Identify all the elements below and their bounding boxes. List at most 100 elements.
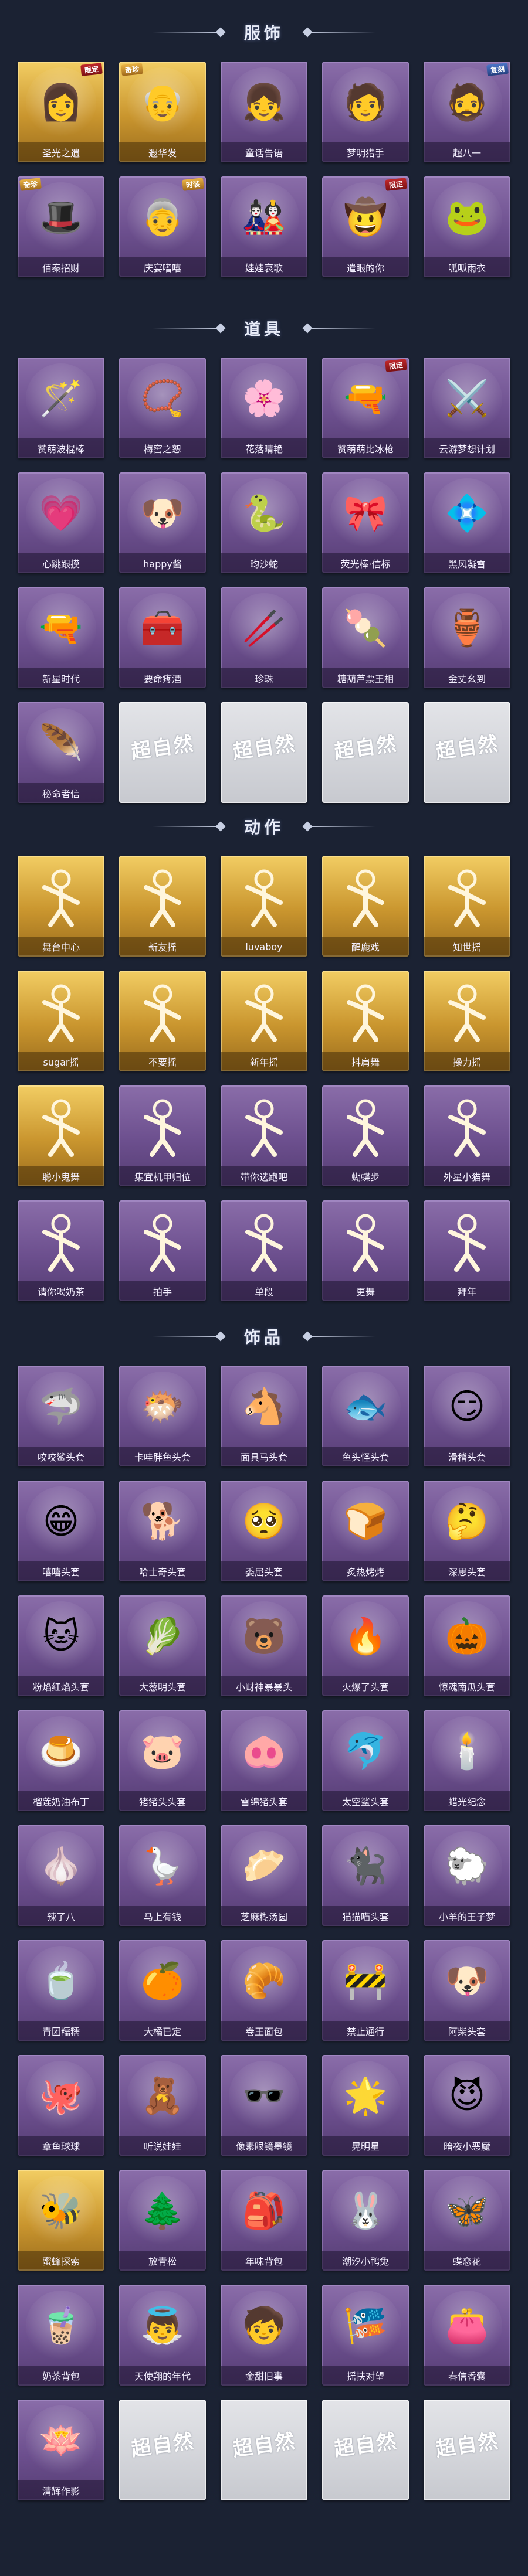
item-card[interactable]: sugar摇 <box>18 971 104 1071</box>
item-card[interactable]: 不要摇 <box>119 971 206 1071</box>
item-card[interactable]: 🐱 粉焰红焰头套 <box>18 1595 104 1696</box>
item-card[interactable]: 🍞 炙热烤烤 <box>322 1481 409 1581</box>
item-card[interactable]: 😈 暗夜小恶魔 <box>424 2055 510 2156</box>
item-card[interactable]: 🌟 晃明星 <box>322 2055 409 2156</box>
item-card[interactable]: 🐈‍⬛ 猫猫喵头套 <box>322 1825 409 1926</box>
item-card[interactable]: 🪶 秘命者信 <box>18 702 104 803</box>
item-card[interactable]: 蝴蝶步 <box>322 1085 409 1186</box>
item-card[interactable]: 🐷 猪猪头头套 <box>119 1710 206 1811</box>
item-card[interactable]: 🐶 happy酱 <box>119 472 206 573</box>
item-card[interactable]: 👛 春信香囊 <box>424 2285 510 2386</box>
item-card[interactable]: 🧸 听说娃娃 <box>119 2055 206 2156</box>
item-card[interactable]: 🐸 呱呱雨衣 <box>424 176 510 277</box>
item-card[interactable]: 😁 嘻嘻头套 <box>18 1481 104 1581</box>
item-card[interactable]: 🎎 娃娃哀歌 <box>221 176 307 277</box>
item-card[interactable]: 带你选跑吧 <box>221 1085 307 1186</box>
item-card[interactable]: 😏 滑稽头套 <box>424 1366 510 1466</box>
item-card[interactable]: 拜年 <box>424 1200 510 1301</box>
item-card[interactable]: 🤠 限定 遣眼的你 <box>322 176 409 277</box>
item-card[interactable]: 知世摇 <box>424 856 510 957</box>
item-card[interactable]: 🥺 委屈头套 <box>221 1481 307 1581</box>
item-card[interactable]: 🎒 年味背包 <box>221 2170 307 2271</box>
item-card[interactable]: 🌸 花落晴艳 <box>221 358 307 458</box>
item-card[interactable]: 🎀 荧光棒·信标 <box>322 472 409 573</box>
item-card[interactable]: 拍手 <box>119 1200 206 1301</box>
item-name-bar: 年味背包 <box>221 2251 307 2271</box>
item-card[interactable]: 🐑 小羊的王子梦 <box>424 1825 510 1926</box>
item-name-bar: 赞萌萌比冰枪 <box>322 438 409 458</box>
item-card[interactable]: 📿 梅窖之恕 <box>119 358 206 458</box>
item-card[interactable]: 外星小猫舞 <box>424 1085 510 1186</box>
item-card[interactable]: 🌲 放青松 <box>119 2170 206 2271</box>
item-card[interactable]: 🎃 惊魂南瓜头套 <box>424 1595 510 1696</box>
item-card[interactable]: 🐙 章鱼球球 <box>18 2055 104 2156</box>
item-card[interactable]: 🐝 蜜蜂探索 <box>18 2170 104 2271</box>
item-card[interactable]: 👵 时装 庆宴嗜嘻 <box>119 176 206 277</box>
item-card[interactable]: 🔥 火爆了头套 <box>322 1595 409 1696</box>
item-card[interactable]: 💗 心跳跟摸 <box>18 472 104 573</box>
item-card[interactable]: 更舞 <box>322 1200 409 1301</box>
item-card[interactable]: 🍵 青团糯糯 <box>18 1940 104 2041</box>
item-card[interactable]: 醒鹿戏 <box>322 856 409 957</box>
item-card[interactable]: 🥬 大葱明头套 <box>119 1595 206 1696</box>
item-card[interactable]: 🐶 阿柴头套 <box>424 1940 510 2041</box>
item-card[interactable]: 🏺 金丈幺到 <box>424 587 510 688</box>
item-card[interactable]: 🕯️ 蜡光纪念 <box>424 1710 510 1811</box>
item-card[interactable]: 🐰 潮汐小鸭兔 <box>322 2170 409 2271</box>
item-card[interactable]: 🐟 鱼头怪头套 <box>322 1366 409 1466</box>
section-title-pill: 动作 <box>153 815 375 838</box>
item-card[interactable]: 🪿 马上有钱 <box>119 1825 206 1926</box>
placeholder-card: 超自然 <box>119 702 206 803</box>
item-card[interactable]: 🔫 新星时代 <box>18 587 104 688</box>
item-card[interactable]: 🧄 辣了八 <box>18 1825 104 1926</box>
item-card[interactable]: 🎏 摇扶对望 <box>322 2285 409 2386</box>
item-card[interactable]: 新友摇 <box>119 856 206 957</box>
item-card[interactable]: 🧔 复刻 超八一 <box>424 62 510 162</box>
item-card[interactable]: 💠 黑风凝雪 <box>424 472 510 573</box>
item-card[interactable]: 🐽 雪绵猪头套 <box>221 1710 307 1811</box>
item-card[interactable]: 请你喝奶茶 <box>18 1200 104 1301</box>
item-card[interactable]: 🔫 限定 赞萌萌比冰枪 <box>322 358 409 458</box>
item-card[interactable]: 抖肩舞 <box>322 971 409 1071</box>
item-card[interactable]: 🍡 糖葫芦票王相 <box>322 587 409 688</box>
item-card[interactable]: 🧋 奶茶背包 <box>18 2285 104 2386</box>
item-name: 拜年 <box>457 1287 476 1298</box>
item-card[interactable]: 🐬 太空鲨头套 <box>322 1710 409 1811</box>
item-card[interactable]: 🐻 小财神暴暴头 <box>221 1595 307 1696</box>
item-card[interactable]: 👼 天使翔的年代 <box>119 2285 206 2386</box>
item-card[interactable]: 新年摇 <box>221 971 307 1071</box>
item-card[interactable]: 🥢 珍珠 <box>221 587 307 688</box>
item-art-icon: 🥢 <box>229 593 299 663</box>
item-card[interactable]: 舞台中心 <box>18 856 104 957</box>
item-card[interactable]: 单段 <box>221 1200 307 1301</box>
item-card[interactable]: 🪄 赞萌波棍棒 <box>18 358 104 458</box>
item-card[interactable]: 🚧 禁止通行 <box>322 1940 409 2041</box>
item-card[interactable]: 🍮 榴莲奶油布丁 <box>18 1710 104 1811</box>
section-title-pill: 饰品 <box>153 1325 375 1348</box>
item-card[interactable]: 集宜机甲归位 <box>119 1085 206 1186</box>
item-card[interactable]: 🧒 金甜旧事 <box>221 2285 307 2386</box>
item-card[interactable]: 🥟 芝麻糊汤圆 <box>221 1825 307 1926</box>
item-card[interactable]: 🤔 深思头套 <box>424 1481 510 1581</box>
item-card[interactable]: 🐴 面具马头套 <box>221 1366 307 1466</box>
item-card[interactable]: 🥐 卷王面包 <box>221 1940 307 2041</box>
item-card[interactable]: 🕶️ 像素眼镜墨镜 <box>221 2055 307 2156</box>
item-card[interactable]: 操力摇 <box>424 971 510 1071</box>
item-card[interactable]: 🦈 咬咬鲨头套 <box>18 1366 104 1466</box>
item-card[interactable]: 👩 限定 圣光之遗 <box>18 62 104 162</box>
item-card[interactable]: 🍊 大橘已定 <box>119 1940 206 2041</box>
item-card[interactable]: 🧰 要命疼酒 <box>119 587 206 688</box>
item-card[interactable]: luvaboy <box>221 856 307 957</box>
item-card[interactable]: 🎩 奇珍 佰秦招财 <box>18 176 104 277</box>
item-card[interactable]: 🐡 卡哇胖鱼头套 <box>119 1366 206 1466</box>
item-card[interactable]: 🦋 蝶恋花 <box>424 2170 510 2271</box>
rarity-tag: 复刻 <box>486 63 509 76</box>
item-card[interactable]: 👧 童话告语 <box>221 62 307 162</box>
item-card[interactable]: 🪷 清辉作影 <box>18 2400 104 2500</box>
item-card[interactable]: 🐕 哈士奇头套 <box>119 1481 206 1581</box>
item-card[interactable]: 👴 奇珍 遐华发 <box>119 62 206 162</box>
item-card[interactable]: 🧑 梦明猎手 <box>322 62 409 162</box>
item-card[interactable]: 聪小鬼舞 <box>18 1085 104 1186</box>
item-card[interactable]: ⚔️ 云游梦想计划 <box>424 358 510 458</box>
item-card[interactable]: 🐍 昀沙蛇 <box>221 472 307 573</box>
